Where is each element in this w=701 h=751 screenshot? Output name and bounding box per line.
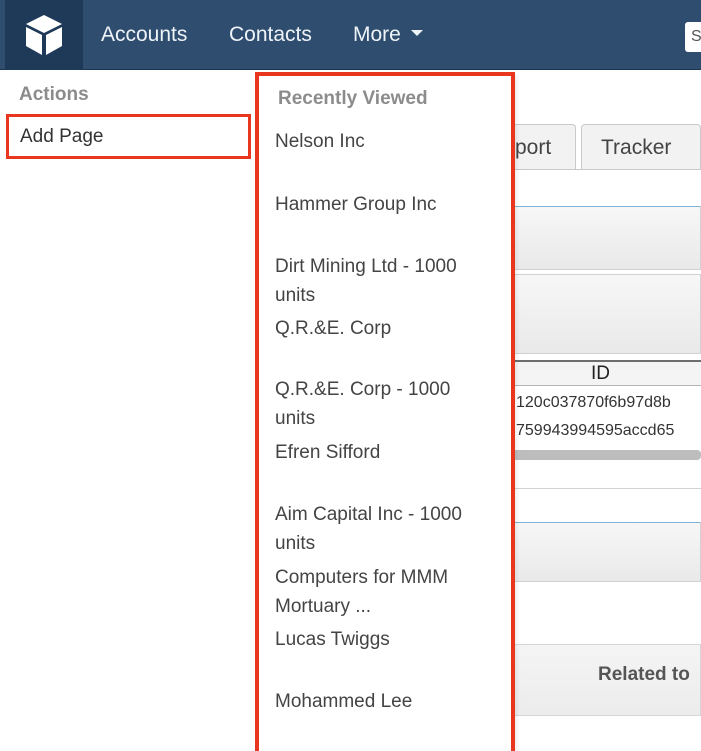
recently-viewed-item-label: Efren Sifford (275, 442, 381, 463)
recently-viewed-item[interactable]: Q.R.&E. Corp (275, 314, 495, 343)
recently-viewed-item-label: Q.R.&E. Corp (275, 318, 392, 339)
recently-viewed-item[interactable]: Nelson Inc (275, 127, 495, 156)
recently-viewed-item-label: Hammer Group Inc (275, 194, 437, 215)
nav-more-dropdown[interactable]: More (353, 0, 423, 70)
recently-viewed-header: Recently Viewed (278, 88, 428, 109)
recently-viewed-item[interactable]: Q.R.&E. Corp - 1000 units (275, 375, 495, 433)
recently-viewed-item-label: Mohammed Lee (275, 691, 413, 712)
dashlet-toolbar (500, 274, 701, 354)
tab-divider (500, 169, 701, 170)
recently-viewed-item-label: Dirt Mining Ltd - 1000 units (275, 256, 457, 306)
table-row[interactable]: 759943994595accd65 (516, 422, 674, 440)
section-divider (500, 488, 701, 489)
recently-viewed-item-label: Nelson Inc (275, 131, 365, 152)
recently-viewed-dropdown: Recently Viewed Nelson Inc Hammer Group … (255, 72, 515, 751)
tab-tracker-label: Tracker (601, 136, 672, 159)
recently-viewed-item[interactable]: Dirt Mining Ltd - 1000 units (275, 252, 495, 310)
recently-viewed-item[interactable]: Lucas Twiggs (275, 625, 495, 654)
table-cell-id: 759943994595accd65 (516, 422, 675, 439)
related-to-label: Related to (598, 664, 690, 685)
tab-report-label: port (515, 136, 552, 159)
app-root: Accounts Contacts More S port Tracker ID… (0, 0, 701, 751)
recently-viewed-item-label: Computers for MMM Mortuary ... (275, 567, 449, 617)
add-page-menu-item[interactable]: Add Page (6, 114, 251, 159)
recently-viewed-item[interactable]: Mohammed Lee (275, 687, 495, 716)
recently-viewed-item-label: Aim Capital Inc - 1000 units (275, 504, 462, 554)
caret-down-icon (410, 30, 423, 37)
table-row[interactable]: 120c037870f6b97d8b (516, 394, 671, 412)
recently-viewed-item-label: Q.R.&E. Corp - 1000 units (275, 379, 451, 429)
recently-viewed-item[interactable]: Aim Capital Inc - 1000 units (275, 500, 495, 558)
table-header-id-label: ID (591, 363, 610, 384)
tab-tracker[interactable]: Tracker (581, 124, 701, 169)
recently-viewed-item[interactable]: Computers for MMM Mortuary ... (275, 563, 495, 621)
cube-logo-icon (26, 15, 62, 55)
nav-accounts[interactable]: Accounts (101, 0, 187, 70)
actions-header: Actions (19, 84, 89, 105)
horizontal-scrollbar[interactable] (500, 450, 701, 460)
search-input-text: S (691, 28, 701, 45)
recently-viewed-item[interactable]: Hammer Group Inc (275, 190, 495, 219)
search-input[interactable]: S (685, 22, 701, 52)
table-header-id[interactable]: ID (500, 360, 701, 386)
add-page-label: Add Page (20, 126, 104, 147)
dashlet-header-2 (500, 522, 701, 582)
recently-viewed-item[interactable]: Efren Sifford (275, 438, 495, 467)
nav-contacts-label: Contacts (229, 23, 312, 46)
nav-more-label: More (353, 23, 401, 46)
recently-viewed-item-label: Lucas Twiggs (275, 629, 390, 650)
dashlet-header (500, 206, 701, 270)
top-navbar: Accounts Contacts More S (0, 0, 701, 70)
records-table: ID 120c037870f6b97d8b 759943994595accd65 (500, 356, 701, 460)
nav-contacts[interactable]: Contacts (229, 0, 312, 70)
home-logo-button[interactable] (5, 0, 83, 70)
nav-accounts-label: Accounts (101, 23, 188, 46)
table-cell-id: 120c037870f6b97d8b (516, 394, 671, 411)
